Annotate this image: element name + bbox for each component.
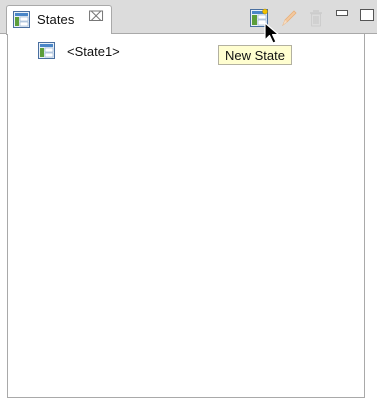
cursor-icon	[264, 22, 280, 44]
tree-item-label: <State1>	[67, 44, 120, 59]
states-view: States ⌧ <State1> New State	[0, 0, 377, 401]
state-icon	[13, 11, 30, 28]
pencil-icon[interactable]	[279, 8, 299, 28]
maximize-icon[interactable]	[360, 9, 374, 21]
tab-label: States	[37, 12, 75, 27]
tooltip-new-state: New State	[218, 45, 292, 65]
state-icon	[38, 42, 55, 59]
tab-states[interactable]: States ⌧	[6, 5, 112, 35]
close-icon[interactable]: ⌧	[88, 9, 104, 23]
view-toolbar: States ⌧	[0, 0, 377, 35]
minimize-icon[interactable]	[336, 10, 348, 16]
states-tree: <State1>	[7, 34, 365, 398]
trash-icon[interactable]	[306, 8, 326, 28]
